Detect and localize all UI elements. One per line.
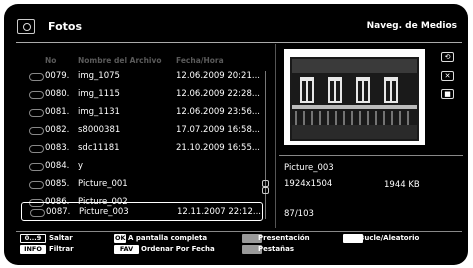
header-divider <box>16 42 462 43</box>
scrollbar[interactable] <box>265 71 266 219</box>
loop-label: Bucle/Aleatorio <box>359 234 420 242</box>
file-number: 0083. <box>45 143 70 153</box>
file-row[interactable]: 0085. Picture_001 <box>21 175 263 194</box>
shuffle-icon[interactable]: ✕ <box>441 71 454 81</box>
photo-preview <box>284 49 425 145</box>
media-browser-screen: Fotos Naveg. de Medios No Nombre del Arc… <box>4 4 468 265</box>
page-title: Fotos <box>48 20 82 33</box>
file-name: Picture_001 <box>78 179 128 189</box>
stop-icon[interactable]: ■ <box>441 89 454 99</box>
header-bar: Fotos Naveg. de Medios <box>16 18 464 40</box>
file-position: 87/103 <box>284 209 314 219</box>
file-name: Picture_003 <box>79 207 129 217</box>
scrollbar-thumb[interactable] <box>262 180 269 195</box>
file-row-selected[interactable]: 0087. Picture_003 12.11.2007 22:12... <box>21 202 263 221</box>
file-icon <box>29 127 44 135</box>
column-header-name: Nombre del Archivo <box>78 56 162 65</box>
file-row[interactable]: 0083. sdc11181 21.10.2009 16:55... <box>21 139 263 158</box>
filter-label: Filtrar <box>49 245 74 253</box>
fav-key: FAV <box>114 245 139 254</box>
file-number: 0079. <box>45 71 70 81</box>
file-icon <box>30 209 45 217</box>
file-date: 12.06.2009 22:28... <box>176 89 260 99</box>
selected-file-name: Picture_003 <box>284 163 334 173</box>
file-row[interactable]: 0080. img_1115 12.06.2009 22:28... <box>21 85 263 104</box>
file-icon <box>29 181 44 189</box>
file-row[interactable]: 0081. img_1131 12.06.2009 23:56... <box>21 103 263 122</box>
file-date: 12.06.2009 20:21... <box>176 71 260 81</box>
file-date: 17.07.2009 16:58... <box>176 125 260 135</box>
file-row[interactable]: 0084. y <box>21 157 263 176</box>
ok-key: OK <box>114 234 126 243</box>
file-icon <box>29 73 44 81</box>
tabs-label: Pestañas <box>258 245 294 253</box>
file-row[interactable]: 0082. s8000381 17.07.2009 16:58... <box>21 121 263 140</box>
info-divider <box>279 155 463 156</box>
file-number: 0087. <box>46 207 71 217</box>
file-number: 0080. <box>45 89 70 99</box>
file-date: 21.10.2009 16:55... <box>176 143 260 153</box>
file-name: img_1115 <box>78 89 120 99</box>
file-row[interactable]: 0079. img_1075 12.06.2009 20:21... <box>21 67 263 86</box>
info-key: INFO <box>20 245 46 254</box>
file-number: 0081. <box>45 107 70 117</box>
selected-file-resolution: 1924x1504 <box>284 179 333 189</box>
file-icon <box>29 145 44 153</box>
file-number: 0085. <box>45 179 70 189</box>
file-name: s8000381 <box>78 125 121 135</box>
loop-icon[interactable]: ⟲ <box>441 52 454 62</box>
column-header-no: No <box>45 56 57 65</box>
file-date: 12.11.2007 22:12... <box>177 207 261 217</box>
file-name: img_1131 <box>78 107 120 117</box>
file-icon <box>29 91 44 99</box>
column-header-date: Fecha/Hora <box>176 56 224 65</box>
file-icon <box>29 109 44 117</box>
file-name: y <box>78 161 84 171</box>
slideshow-label: Presentación <box>258 234 310 242</box>
panel-divider <box>275 44 276 228</box>
file-name: sdc11181 <box>78 143 120 153</box>
sort-label: Ordenar Por Fecha <box>141 245 215 253</box>
file-date: 12.06.2009 23:56... <box>176 107 260 117</box>
fullscreen-label: A pantalla completa <box>128 234 208 242</box>
photo-folder-icon <box>17 19 35 34</box>
file-number: 0082. <box>45 125 70 135</box>
file-number: 0084. <box>45 161 70 171</box>
jump-label: Saltar <box>49 234 73 242</box>
preview-image <box>284 49 425 145</box>
number-key: 0...9 <box>20 234 46 243</box>
file-icon <box>29 163 44 171</box>
footer-divider <box>16 231 462 232</box>
file-name: img_1075 <box>78 71 120 81</box>
media-browser-label: Naveg. de Medios <box>366 21 457 31</box>
selected-file-size: 1944 KB <box>384 180 420 190</box>
